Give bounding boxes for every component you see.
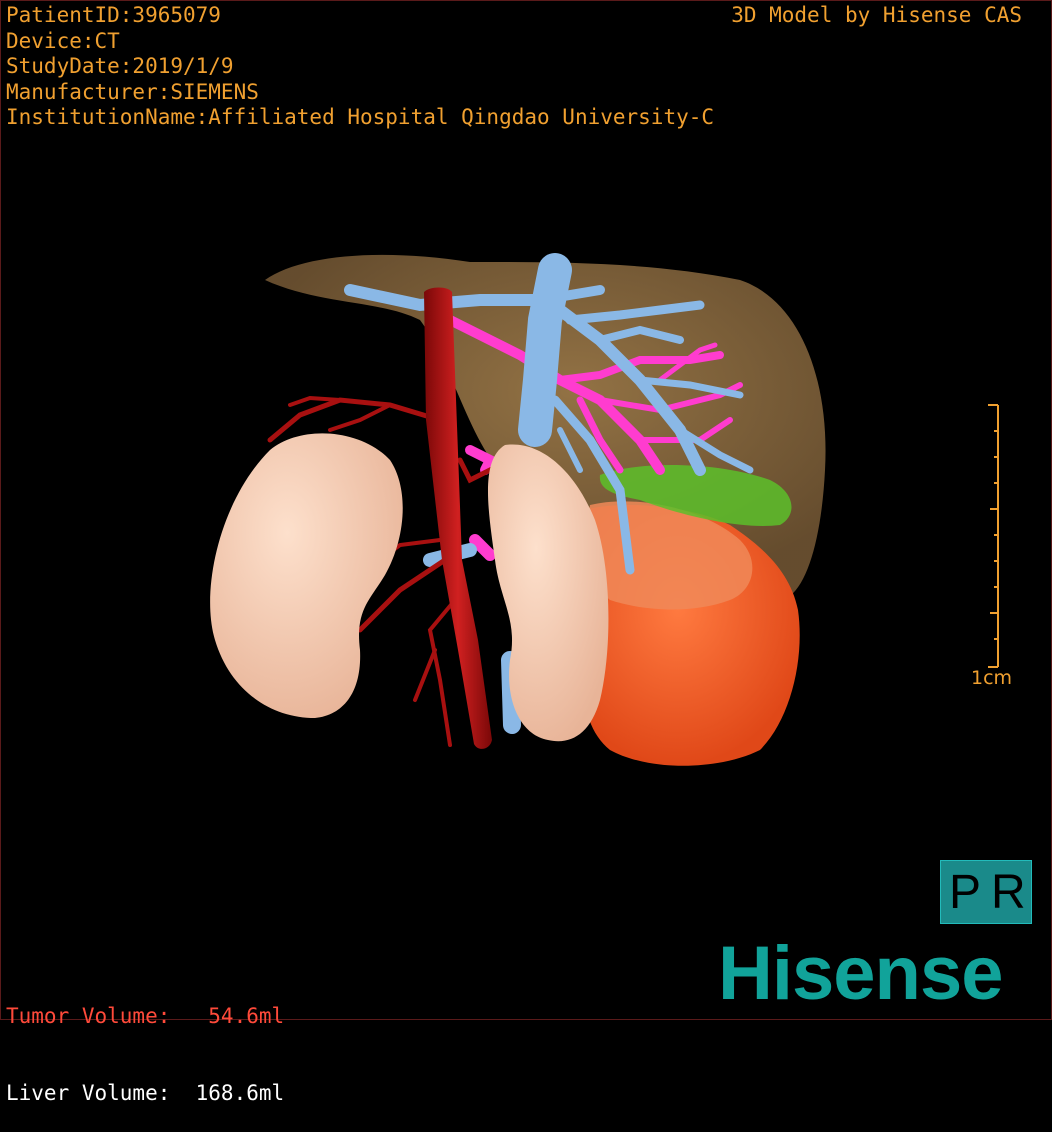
- hisense-logo: Hisense: [718, 931, 1003, 1016]
- patient-id: PatientID:3965079: [6, 3, 221, 27]
- 3d-model-view[interactable]: [0, 0, 1052, 1020]
- tumor-volume: Tumor Volume: 54.6ml: [6, 1004, 285, 1028]
- scale-bar-label: 1cm: [971, 667, 1013, 689]
- right-kidney[interactable]: [210, 433, 403, 718]
- volume-readout: Tumor Volume: 54.6ml Liver Volume: 168.6…: [6, 953, 284, 1132]
- orientation-posterior: P: [949, 866, 982, 919]
- orientation-right: R: [991, 866, 1026, 919]
- patient-info-overlay: PatientID:3965079 Device:CT StudyDate:20…: [6, 3, 714, 131]
- orientation-badge[interactable]: P R: [940, 860, 1032, 924]
- device: Device:CT: [6, 28, 120, 53]
- scale-bar: [988, 404, 999, 668]
- model-credit: 3D Model by Hisense CAS: [731, 3, 1022, 27]
- study-date: StudyDate:2019/1/9: [6, 54, 234, 78]
- institution-name: InstitutionName:Affiliated Hospital Qing…: [6, 105, 715, 129]
- liver-volume: Liver Volume: 168.6ml: [6, 1080, 285, 1105]
- manufacturer: Manufacturer:SIEMENS: [6, 79, 259, 104]
